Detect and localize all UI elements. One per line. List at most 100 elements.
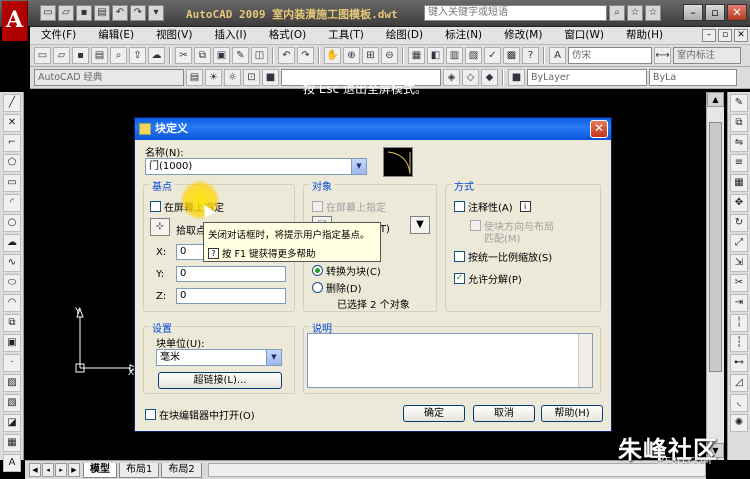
multiline-text-icon[interactable]: A: [3, 454, 21, 472]
copy-icon[interactable]: ⧉: [730, 114, 748, 132]
move-icon[interactable]: ✥: [730, 194, 748, 212]
redo-icon[interactable]: ↷: [130, 5, 146, 21]
point-icon[interactable]: ·: [3, 354, 21, 372]
layer-states-icon[interactable]: ◆: [481, 69, 498, 86]
workspace-select[interactable]: AutoCAD 经典: [34, 69, 184, 86]
circle-icon[interactable]: ○: [3, 214, 21, 232]
extend-icon[interactable]: ⇥: [730, 294, 748, 312]
mirror-icon[interactable]: ⇋: [730, 134, 748, 152]
menu-item[interactable]: 视图(V): [145, 27, 203, 44]
allow-explode-checkbox[interactable]: ✓ 允许分解(P): [454, 271, 522, 286]
close-icon[interactable]: ✕: [727, 4, 747, 21]
uniform-scale-checkbox[interactable]: 按统一比例缩放(S): [454, 249, 552, 264]
open-file-icon[interactable]: ▱: [58, 5, 74, 21]
hyperlink-button[interactable]: 超链接(L)...: [158, 372, 282, 389]
open-in-editor-checkbox[interactable]: 在块编辑器中打开(O): [145, 407, 255, 422]
menu-item[interactable]: 插入(I): [203, 27, 257, 44]
first-tab-icon[interactable]: ◀: [29, 463, 41, 477]
close-icon[interactable]: ✕: [590, 120, 608, 138]
break-point-icon[interactable]: ╎: [730, 314, 748, 332]
publish-icon[interactable]: ⇪: [129, 47, 146, 64]
checkbox-box[interactable]: [470, 220, 481, 231]
hatch-icon[interactable]: ▨: [3, 374, 21, 392]
checkbox-box[interactable]: [312, 201, 323, 212]
offset-icon[interactable]: ≡: [730, 154, 748, 172]
calculator-icon[interactable]: ▩: [503, 47, 520, 64]
redo-icon[interactable]: ↷: [297, 47, 314, 64]
check-icon[interactable]: ✓: [454, 273, 465, 284]
gradient-icon[interactable]: ▧: [3, 394, 21, 412]
table-icon[interactable]: ▦: [3, 434, 21, 452]
make-current-icon[interactable]: ◈: [443, 69, 460, 86]
polyline-icon[interactable]: ⌐: [3, 134, 21, 152]
construction-line-icon[interactable]: ✕: [3, 114, 21, 132]
paste-icon[interactable]: ▣: [213, 47, 230, 64]
annotative-checkbox[interactable]: 注释性(A) i: [454, 199, 531, 214]
sun-icon[interactable]: ☼: [224, 69, 241, 86]
quick-select-icon[interactable]: ▼: [410, 216, 430, 234]
radio-dot[interactable]: [312, 282, 323, 293]
tab-layout2[interactable]: 布局2: [161, 462, 202, 478]
menu-item[interactable]: 文件(F): [30, 27, 87, 44]
autocad-logo[interactable]: A: [2, 1, 28, 41]
line-icon[interactable]: ╱: [3, 94, 21, 112]
print-icon[interactable]: ▤: [94, 5, 110, 21]
dialog-title-bar[interactable]: 块定义 ✕: [135, 118, 611, 140]
close-icon[interactable]: ✕: [734, 29, 748, 42]
color-icon[interactable]: ■: [508, 69, 525, 86]
checkbox-box[interactable]: [454, 251, 465, 262]
menu-item[interactable]: 帮助(H): [615, 27, 674, 44]
new-file-icon[interactable]: ▭: [34, 47, 51, 64]
block-name-select[interactable]: 门(1000) ▼: [145, 158, 367, 175]
block-unit-select[interactable]: 毫米 ▼: [156, 349, 282, 366]
lightbulb-icon[interactable]: ☀: [205, 69, 222, 86]
region-icon[interactable]: ◪: [3, 414, 21, 432]
dim-style-icon[interactable]: ⟷: [654, 47, 671, 64]
scroll-thumb[interactable]: [709, 122, 722, 372]
convert-to-block-radio[interactable]: 转换为块(C): [312, 263, 381, 278]
restore-icon[interactable]: ▫: [705, 4, 725, 21]
ellipse-arc-icon[interactable]: ◠: [3, 294, 21, 312]
chevron-down-icon[interactable]: ▼: [351, 159, 366, 174]
menu-item[interactable]: 窗口(W): [553, 27, 615, 44]
search-icon[interactable]: ⌕: [609, 5, 625, 21]
lock-icon[interactable]: ⊡: [243, 69, 260, 86]
description-textarea[interactable]: [307, 333, 593, 388]
minimize-icon[interactable]: –: [702, 29, 716, 42]
z-input[interactable]: 0: [176, 288, 286, 304]
cut-icon[interactable]: ✂: [175, 47, 192, 64]
menu-item[interactable]: 绘图(D): [375, 27, 434, 44]
layer-previous-icon[interactable]: ◇: [462, 69, 479, 86]
markup-icon[interactable]: ✓: [484, 47, 501, 64]
break-icon[interactable]: ┆: [730, 334, 748, 352]
text-style-icon[interactable]: A: [549, 47, 566, 64]
radio-dot[interactable]: [312, 265, 323, 276]
stretch-icon[interactable]: ⇲: [730, 254, 748, 272]
rotate-icon[interactable]: ↻: [730, 214, 748, 232]
tab-model[interactable]: 模型: [83, 462, 117, 478]
design-center-icon[interactable]: ◧: [427, 47, 444, 64]
pick-point-icon[interactable]: ⊹: [150, 218, 170, 236]
spline-icon[interactable]: ∿: [3, 254, 21, 272]
checkbox-box[interactable]: [150, 201, 161, 212]
help-button[interactable]: 帮助(H): [541, 405, 603, 422]
zoom-window-icon[interactable]: ⊞: [362, 47, 379, 64]
open-file-icon[interactable]: ▱: [53, 47, 70, 64]
polygon-icon[interactable]: ⬠: [3, 154, 21, 172]
join-icon[interactable]: ⊷: [730, 354, 748, 372]
pan-icon[interactable]: ✋: [324, 47, 341, 64]
zoom-previous-icon[interactable]: ⊖: [381, 47, 398, 64]
horizontal-scrollbar[interactable]: [207, 463, 706, 477]
last-tab-icon[interactable]: ▶: [68, 463, 80, 477]
scale-icon[interactable]: ⤢: [730, 234, 748, 252]
make-block-icon[interactable]: ▣: [3, 334, 21, 352]
save-icon[interactable]: ▪: [72, 47, 89, 64]
color-select[interactable]: ByLayer: [527, 69, 647, 86]
insert-block-icon[interactable]: ⧉: [3, 314, 21, 332]
star-icon[interactable]: ☆: [645, 5, 661, 21]
zoom-realtime-icon[interactable]: ⊕: [343, 47, 360, 64]
revcloud-icon[interactable]: ☁: [3, 234, 21, 252]
block-editor-icon[interactable]: ◫: [251, 47, 268, 64]
undo-icon[interactable]: ↶: [278, 47, 295, 64]
star-icon[interactable]: ☆: [627, 5, 643, 21]
